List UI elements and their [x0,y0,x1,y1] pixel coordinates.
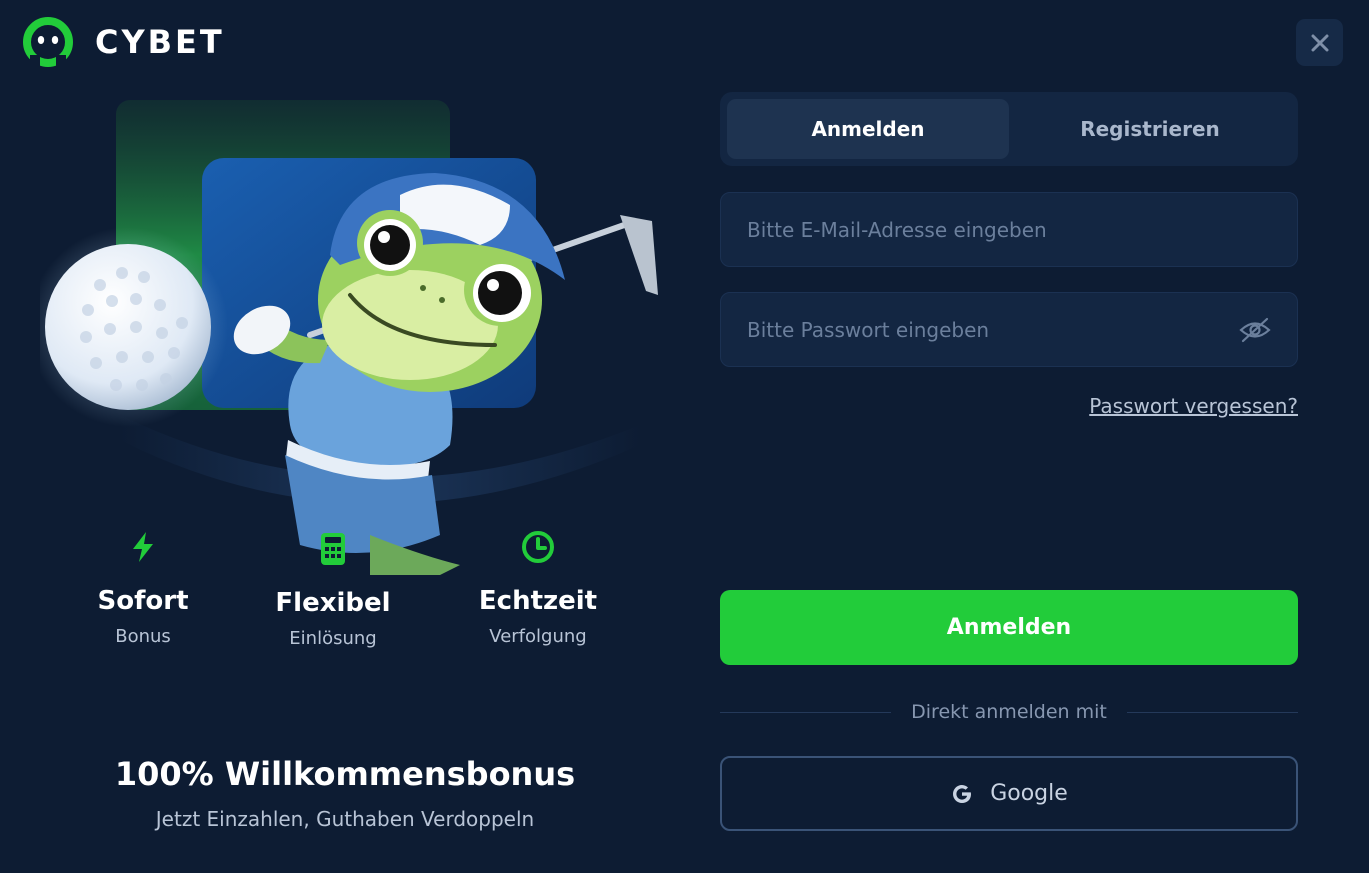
divider-line [1126,711,1298,713]
lightning-icon [133,532,153,562]
divider-line [720,711,892,713]
promo-title: 100% Willkommensbonus [114,755,576,793]
feature-sofort: Sofort Bonus [58,530,228,647]
google-login-button[interactable]: Google [720,756,1298,831]
frog-golfer-image [28,100,658,575]
brand-name: CYBET [95,23,225,61]
feature-title: Echtzeit [478,586,598,616]
eye-off-icon[interactable] [1239,316,1271,344]
golf-frog-illustration [28,95,660,575]
google-icon [953,784,972,803]
auth-tabs: Anmelden Registrieren [720,92,1298,166]
feature-subtitle: Einlösung [289,628,377,649]
password-input[interactable] [747,317,1239,342]
promo-subtitle: Jetzt Einzahlen, Guthaben Verdoppeln [155,807,535,831]
clock-icon [522,531,554,563]
login-modal: CYBET Sofort Bonus Flexibel Einlösung Ec… [0,0,1369,873]
divider-label: Direkt anmelden mit [911,701,1107,723]
feature-title: Flexibel [275,588,391,618]
feature-subtitle: Bonus [115,626,171,647]
cybet-logo-icon [23,17,73,67]
close-icon [1311,34,1328,51]
email-input[interactable] [747,217,1271,242]
password-field-container [720,292,1298,367]
brand-logo: CYBET [20,17,225,67]
close-button[interactable] [1296,19,1343,66]
feature-subtitle: Verfolgung [489,626,587,647]
tab-anmelden[interactable]: Anmelden [727,99,1009,159]
calculator-icon [321,533,345,565]
feature-echtzeit: Echtzeit Verfolgung [453,530,623,647]
feature-title: Sofort [97,586,189,616]
email-field-container [720,192,1298,267]
forgot-password-link[interactable]: Passwort vergessen? [1089,394,1298,418]
login-button[interactable]: Anmelden [720,590,1298,665]
google-label: Google [990,781,1068,806]
social-divider: Direkt anmelden mit [720,698,1298,726]
feature-flexibel: Flexibel Einlösung [248,532,418,649]
tab-registrieren[interactable]: Registrieren [1009,99,1291,159]
